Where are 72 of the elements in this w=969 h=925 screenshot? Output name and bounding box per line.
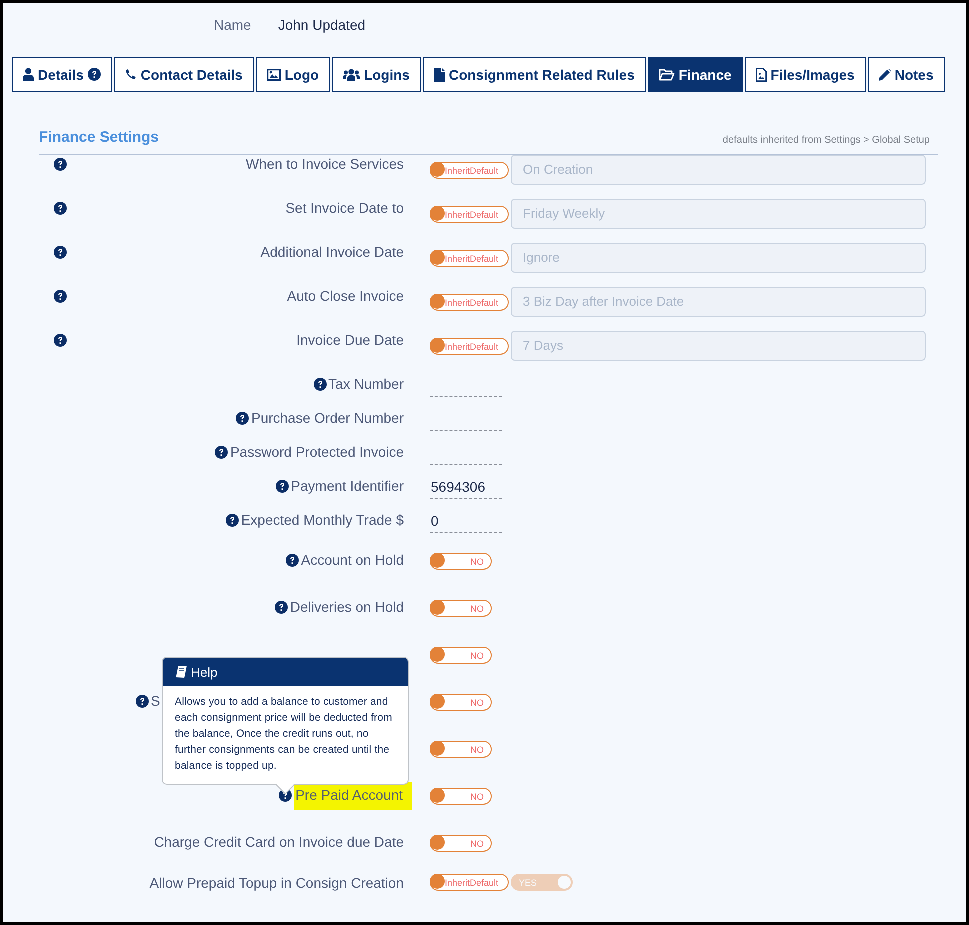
setting-label: Auto Close Invoice bbox=[287, 287, 404, 305]
setting-label: Account on Hold bbox=[301, 551, 404, 569]
setting-label: Allow Prepaid Topup in Consign Creation bbox=[150, 874, 404, 892]
help-icon[interactable] bbox=[275, 601, 288, 614]
image-icon bbox=[266, 68, 281, 80]
tab[interactable]: Details bbox=[12, 57, 112, 92]
toggle-switch[interactable]: NO bbox=[430, 835, 492, 852]
help-icon[interactable] bbox=[54, 290, 67, 303]
book-icon bbox=[176, 666, 187, 678]
name-label: Name bbox=[214, 17, 252, 35]
setting-label: Payment Identifier bbox=[291, 477, 404, 495]
help-icon[interactable] bbox=[136, 695, 149, 708]
select-field[interactable]: On Creation bbox=[511, 155, 926, 185]
setting-label: Password Protected Invoice bbox=[230, 443, 404, 461]
tab[interactable]: Notes bbox=[868, 57, 945, 92]
select-field[interactable]: Friday Weekly bbox=[511, 199, 926, 229]
toggle-switch[interactable]: NO bbox=[430, 741, 492, 758]
input-field[interactable]: 5694306 bbox=[430, 477, 502, 499]
phone-icon bbox=[124, 68, 137, 80]
setting-label: Pre Paid Account bbox=[294, 782, 412, 810]
select-field[interactable]: 7 Days bbox=[511, 331, 926, 361]
tooltip-text: Allows you to add a balance to customer and each consignment price will be deducted from the balance, Once the credit runs out, no further consignments can be created until the balance is topped up. bbox=[174, 695, 394, 774]
users-icon bbox=[343, 68, 360, 80]
help-icon[interactable] bbox=[54, 246, 67, 259]
setting-label: Purchase Order Number bbox=[251, 409, 404, 427]
tooltip-title: Help bbox=[191, 664, 218, 680]
help-icon[interactable] bbox=[54, 158, 67, 171]
section-title: Finance Settings bbox=[39, 129, 160, 146]
toggle-switch[interactable]: NO bbox=[430, 647, 492, 664]
user-icon bbox=[23, 68, 34, 81]
tab[interactable]: Logo bbox=[256, 57, 330, 92]
setting-label: Invoice Due Date bbox=[296, 331, 404, 349]
setting-label: Deliveries on Hold bbox=[290, 598, 404, 616]
help-icon[interactable] bbox=[286, 554, 300, 567]
tab[interactable]: Files/Images bbox=[744, 57, 866, 92]
setting-label: S bbox=[151, 692, 160, 710]
setting-label: Charge Credit Card on Invoice due Date bbox=[154, 833, 404, 851]
select-field[interactable]: Ignore bbox=[511, 243, 926, 273]
toggle-switch[interactable]: NO bbox=[430, 788, 492, 805]
select-field[interactable]: 3 Biz Day after Invoice Date bbox=[511, 287, 926, 317]
inherit-default-toggle[interactable]: InheritDefault bbox=[430, 206, 509, 223]
setting-label: Additional Invoice Date bbox=[260, 243, 404, 261]
help-icon[interactable] bbox=[276, 480, 290, 493]
tab[interactable]: Logins bbox=[332, 57, 421, 92]
help-icon[interactable] bbox=[54, 202, 67, 215]
help-icon[interactable] bbox=[226, 514, 240, 527]
setting-label: Tax Number bbox=[328, 375, 404, 393]
inherit-default-toggle[interactable]: InheritDefault bbox=[430, 250, 509, 267]
inherit-note: defaults inherited from Settings > Global Setup bbox=[722, 135, 931, 146]
image-file-icon bbox=[756, 68, 767, 82]
toggle-switch[interactable]: NO bbox=[430, 694, 492, 711]
tab[interactable]: Consignment Related Rules bbox=[422, 57, 646, 92]
input-field[interactable]: 0 bbox=[430, 511, 502, 533]
inherit-default-toggle[interactable]: InheritDefault bbox=[430, 162, 509, 179]
pencil-icon bbox=[878, 68, 891, 80]
toggle-switch[interactable]: NO bbox=[430, 553, 492, 570]
help-icon[interactable] bbox=[236, 412, 250, 425]
setting-label: When to Invoice Services bbox=[246, 155, 404, 173]
help-icon[interactable] bbox=[314, 378, 327, 391]
help-icon[interactable] bbox=[215, 446, 228, 459]
inherit-default-toggle[interactable]: InheritDefault bbox=[430, 338, 509, 355]
help-icon[interactable] bbox=[54, 334, 67, 347]
tab[interactable]: Contact Details bbox=[114, 57, 254, 92]
tab[interactable]: Finance bbox=[648, 57, 743, 92]
inherit-default-toggle[interactable]: InheritDefault bbox=[430, 294, 509, 311]
toggle-switch[interactable]: NO bbox=[430, 600, 492, 617]
folder-icon bbox=[658, 68, 675, 80]
name-value: John Updated bbox=[278, 17, 366, 35]
file-icon bbox=[434, 68, 445, 82]
setting-label: Set Invoice Date to bbox=[286, 199, 404, 217]
help-icon[interactable] bbox=[88, 68, 101, 81]
setting-label: Expected Monthly Trade $ bbox=[241, 511, 404, 529]
